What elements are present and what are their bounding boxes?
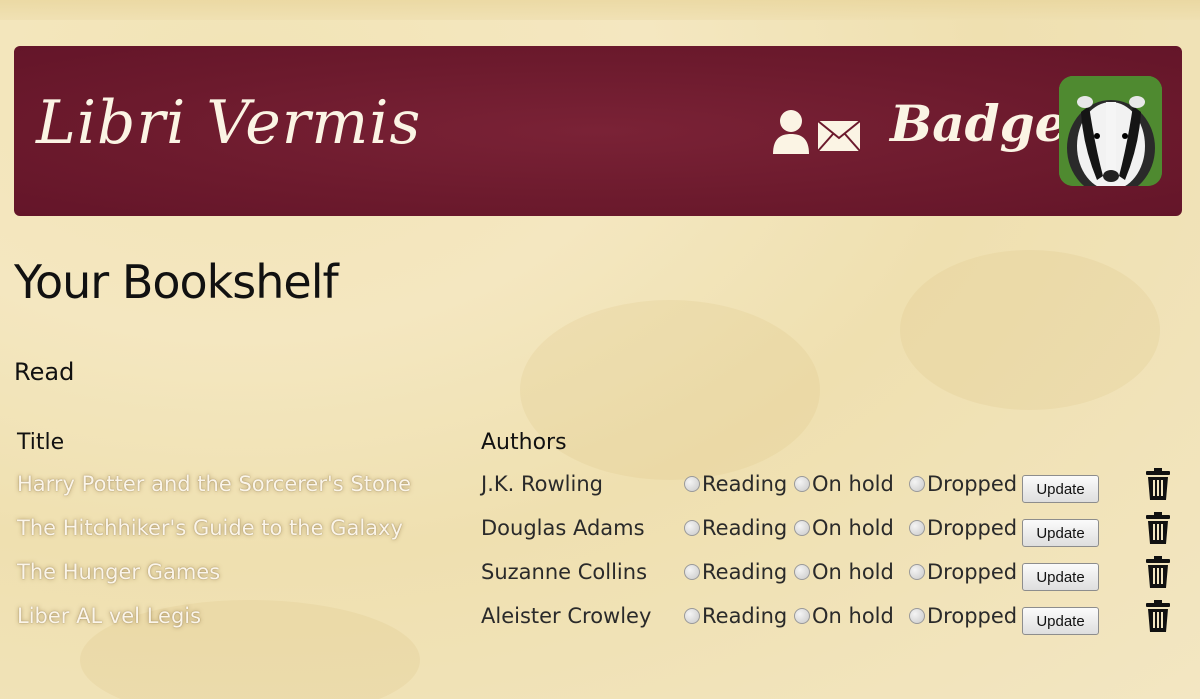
radio-dropped[interactable] [909, 520, 925, 536]
parchment-top-edge [0, 0, 1200, 20]
radio-label-reading: Reading [702, 472, 788, 496]
radio-label-reading: Reading [702, 604, 788, 628]
badger-avatar-image [1059, 76, 1162, 186]
book-author: Suzanne Collins [481, 560, 648, 584]
table-row: The Hitchhiker's Guide to the Galaxy Dou… [14, 506, 1194, 550]
radio-reading[interactable] [684, 564, 700, 580]
status-on-hold[interactable]: On hold [794, 560, 894, 584]
book-author: J.K. Rowling [481, 472, 603, 496]
avatar[interactable] [1059, 76, 1162, 186]
status-dropped[interactable]: Dropped [909, 472, 1017, 496]
book-title-link[interactable]: Liber AL vel Legis [17, 604, 201, 628]
status-reading[interactable]: Reading [684, 472, 787, 496]
radio-on-hold[interactable] [794, 608, 810, 624]
radio-dropped[interactable] [909, 476, 925, 492]
book-title-link[interactable]: Harry Potter and the Sorcerer's Stone [17, 472, 411, 496]
status-on-hold[interactable]: On hold [794, 604, 894, 628]
radio-dropped[interactable] [909, 608, 925, 624]
book-author: Aleister Crowley [481, 604, 652, 628]
trash-icon[interactable] [1146, 512, 1170, 544]
status-dropped[interactable]: Dropped [909, 560, 1017, 584]
column-header-title: Title [17, 430, 65, 455]
book-title-link[interactable]: The Hunger Games [17, 560, 220, 584]
radio-label-on-hold: On hold [812, 516, 894, 540]
parchment-stain [900, 250, 1160, 410]
page-title: Your Bookshelf [14, 255, 339, 309]
trash-icon[interactable] [1146, 468, 1170, 500]
status-reading[interactable]: Reading [684, 516, 787, 540]
radio-dropped[interactable] [909, 564, 925, 580]
section-heading-read: Read [14, 358, 75, 386]
status-dropped[interactable]: Dropped [909, 516, 1017, 540]
status-reading[interactable]: Reading [684, 604, 787, 628]
radio-reading[interactable] [684, 520, 700, 536]
site-header: Libri Vermis Badger [14, 46, 1182, 216]
trash-icon[interactable] [1146, 600, 1170, 632]
column-header-authors: Authors [481, 430, 567, 455]
status-dropped[interactable]: Dropped [909, 604, 1017, 628]
radio-label-reading: Reading [702, 560, 788, 584]
radio-label-dropped: Dropped [927, 516, 1018, 540]
radio-label-on-hold: On hold [812, 604, 894, 628]
envelope-icon[interactable] [817, 120, 861, 152]
radio-label-dropped: Dropped [927, 472, 1018, 496]
person-icon[interactable] [771, 108, 811, 154]
radio-on-hold[interactable] [794, 520, 810, 536]
radio-label-on-hold: On hold [812, 560, 894, 584]
table-row: Harry Potter and the Sorcerer's Stone J.… [14, 462, 1194, 506]
update-button[interactable]: Update [1022, 607, 1099, 635]
update-button[interactable]: Update [1022, 519, 1099, 547]
radio-on-hold[interactable] [794, 476, 810, 492]
status-on-hold[interactable]: On hold [794, 516, 894, 540]
update-button[interactable]: Update [1022, 475, 1099, 503]
radio-on-hold[interactable] [794, 564, 810, 580]
book-title-link[interactable]: The Hitchhiker's Guide to the Galaxy [17, 516, 403, 540]
radio-label-dropped: Dropped [927, 604, 1018, 628]
radio-reading[interactable] [684, 608, 700, 624]
brand-logo[interactable]: Libri Vermis [36, 88, 421, 158]
status-reading[interactable]: Reading [684, 560, 787, 584]
status-on-hold[interactable]: On hold [794, 472, 894, 496]
table-row: The Hunger Games Suzanne Collins Reading… [14, 550, 1194, 594]
radio-label-reading: Reading [702, 516, 788, 540]
radio-label-dropped: Dropped [927, 560, 1018, 584]
radio-label-on-hold: On hold [812, 472, 894, 496]
radio-reading[interactable] [684, 476, 700, 492]
update-button[interactable]: Update [1022, 563, 1099, 591]
book-author: Douglas Adams [481, 516, 645, 540]
trash-icon[interactable] [1146, 556, 1170, 588]
table-row: Liber AL vel Legis Aleister Crowley Read… [14, 594, 1194, 638]
